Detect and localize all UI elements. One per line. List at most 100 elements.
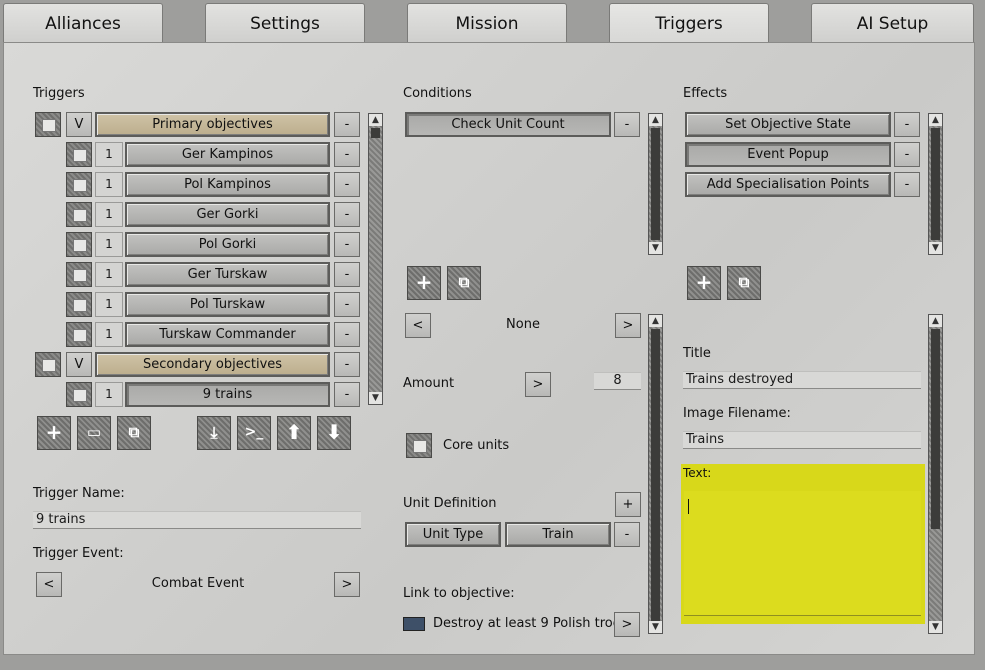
tab-ai-setup[interactable]: AI Setup [811, 3, 974, 43]
trigger-checkbox[interactable] [66, 142, 92, 167]
remove-button[interactable]: - [334, 292, 360, 317]
effect-add-specialisation-points[interactable]: Add Specialisation Points [685, 172, 891, 197]
conditions-scrollbar[interactable]: ▲ ▼ [648, 113, 663, 255]
group-checkbox-primary[interactable] [35, 112, 61, 137]
trigger-item-9-trains[interactable]: 9 trains [125, 382, 330, 407]
effect-set-objective-state[interactable]: Set Objective State [685, 112, 891, 137]
tab-mission[interactable]: Mission [407, 3, 567, 43]
add-icon[interactable]: + [37, 416, 71, 450]
unit-type-button[interactable]: Unit Type [405, 522, 501, 547]
import-icon[interactable]: ⤓ [197, 416, 231, 450]
trigger-checkbox[interactable] [66, 262, 92, 287]
console-icon[interactable]: >_ [237, 416, 271, 450]
remove-button[interactable]: - [334, 322, 360, 347]
scroll-thumb[interactable] [371, 128, 380, 138]
remove-button[interactable]: - [894, 142, 920, 167]
trigger-item-ger-gorki[interactable]: Ger Gorki [125, 202, 330, 227]
scroll-thumb[interactable] [931, 128, 940, 240]
trigger-item-ger-turskaw[interactable]: Ger Turskaw [125, 262, 330, 287]
unit-type-value-button[interactable]: Train [505, 522, 611, 547]
move-up-icon[interactable]: ⬆ [277, 416, 311, 450]
condition-prev-button[interactable]: < [405, 313, 431, 338]
link-color-swatch [403, 617, 425, 631]
effects-scrollbar[interactable]: ▲ ▼ [928, 113, 943, 255]
group-primary-objectives[interactable]: Primary objectives [95, 112, 330, 137]
scroll-up-icon[interactable]: ▲ [369, 114, 382, 126]
trigger-checkbox[interactable] [66, 202, 92, 227]
remove-button[interactable]: - [334, 112, 360, 137]
scroll-down-icon[interactable]: ▼ [929, 242, 942, 254]
move-down-icon[interactable]: ⬇ [317, 416, 351, 450]
image-filename-input[interactable]: Trains [683, 431, 921, 449]
trigger-event-label: Trigger Event: [33, 546, 124, 561]
remove-button[interactable]: - [614, 112, 640, 137]
trigger-item-pol-kampinos[interactable]: Pol Kampinos [125, 172, 330, 197]
scroll-down-icon[interactable]: ▼ [369, 392, 382, 404]
scroll-thumb[interactable] [931, 329, 940, 529]
group-toggle-primary[interactable]: V [66, 112, 92, 137]
event-next-button[interactable]: > [334, 572, 360, 597]
trigger-checkbox[interactable] [66, 232, 92, 257]
condition-next-button[interactable]: > [615, 313, 641, 338]
amount-button[interactable]: > [525, 372, 551, 397]
group-secondary-objectives[interactable]: Secondary objectives [95, 352, 330, 377]
scroll-up-icon[interactable]: ▲ [649, 315, 662, 327]
trigger-number: 1 [95, 292, 123, 317]
trigger-name-label: Trigger Name: [33, 486, 125, 501]
scroll-down-icon[interactable]: ▼ [649, 242, 662, 254]
trigger-event-value: Combat Event [151, 576, 245, 591]
link-next-button[interactable]: > [614, 612, 640, 637]
copy-icon[interactable]: ⧉ [727, 266, 761, 300]
scroll-up-icon[interactable]: ▲ [649, 114, 662, 126]
trigger-checkbox[interactable] [66, 172, 92, 197]
scroll-up-icon[interactable]: ▲ [929, 114, 942, 126]
remove-button[interactable]: - [334, 232, 360, 257]
effect-event-popup[interactable]: Event Popup [685, 142, 891, 167]
scroll-thumb[interactable] [651, 128, 660, 240]
trigger-checkbox[interactable] [66, 382, 92, 407]
copy-icon[interactable]: ⧉ [447, 266, 481, 300]
event-prev-button[interactable]: < [36, 572, 62, 597]
remove-button[interactable]: - [894, 172, 920, 197]
trigger-checkbox[interactable] [66, 322, 92, 347]
tab-triggers[interactable]: Triggers [609, 3, 769, 47]
trigger-number: 1 [95, 142, 123, 167]
add-icon[interactable]: + [407, 266, 441, 300]
condition-selector-value: None [506, 317, 540, 332]
scroll-up-icon[interactable]: ▲ [929, 315, 942, 327]
remove-button[interactable]: - [334, 142, 360, 167]
amount-input[interactable]: 8 [594, 372, 641, 390]
text-input[interactable] [684, 491, 921, 616]
group-checkbox-secondary[interactable] [35, 352, 61, 377]
trigger-checkbox[interactable] [66, 292, 92, 317]
scroll-thumb[interactable] [651, 329, 660, 621]
scroll-down-icon[interactable]: ▼ [649, 621, 662, 633]
trigger-item-turskaw-commander[interactable]: Turskaw Commander [125, 322, 330, 347]
trigger-item-pol-turskaw[interactable]: Pol Turskaw [125, 292, 330, 317]
tab-alliances[interactable]: Alliances [3, 3, 163, 43]
copy-icon[interactable]: ⧉ [117, 416, 151, 450]
condition-check-unit-count[interactable]: Check Unit Count [405, 112, 611, 137]
title-input[interactable]: Trains destroyed [683, 371, 921, 389]
trigger-item-pol-gorki[interactable]: Pol Gorki [125, 232, 330, 257]
remove-button[interactable]: - [334, 352, 360, 377]
group-toggle-secondary[interactable]: V [66, 352, 92, 377]
remove-button[interactable]: - [334, 262, 360, 287]
effects-detail-scrollbar[interactable]: ▲ ▼ [928, 314, 943, 634]
remove-button[interactable]: - [334, 382, 360, 407]
trigger-name-input[interactable]: 9 trains [33, 511, 361, 529]
remove-button[interactable]: - [894, 112, 920, 137]
core-units-checkbox[interactable] [406, 433, 432, 458]
folder-icon[interactable]: ▭ [77, 416, 111, 450]
trigger-item-ger-kampinos[interactable]: Ger Kampinos [125, 142, 330, 167]
scroll-down-icon[interactable]: ▼ [929, 621, 942, 633]
unit-definition-add-button[interactable]: + [615, 492, 641, 517]
remove-button[interactable]: - [334, 202, 360, 227]
remove-button[interactable]: - [614, 522, 640, 547]
remove-button[interactable]: - [334, 172, 360, 197]
conditions-heading: Conditions [403, 86, 472, 101]
triggers-scrollbar[interactable]: ▲ ▼ [368, 113, 383, 405]
conditions-detail-scrollbar[interactable]: ▲ ▼ [648, 314, 663, 634]
tab-settings[interactable]: Settings [205, 3, 365, 43]
add-icon[interactable]: + [687, 266, 721, 300]
